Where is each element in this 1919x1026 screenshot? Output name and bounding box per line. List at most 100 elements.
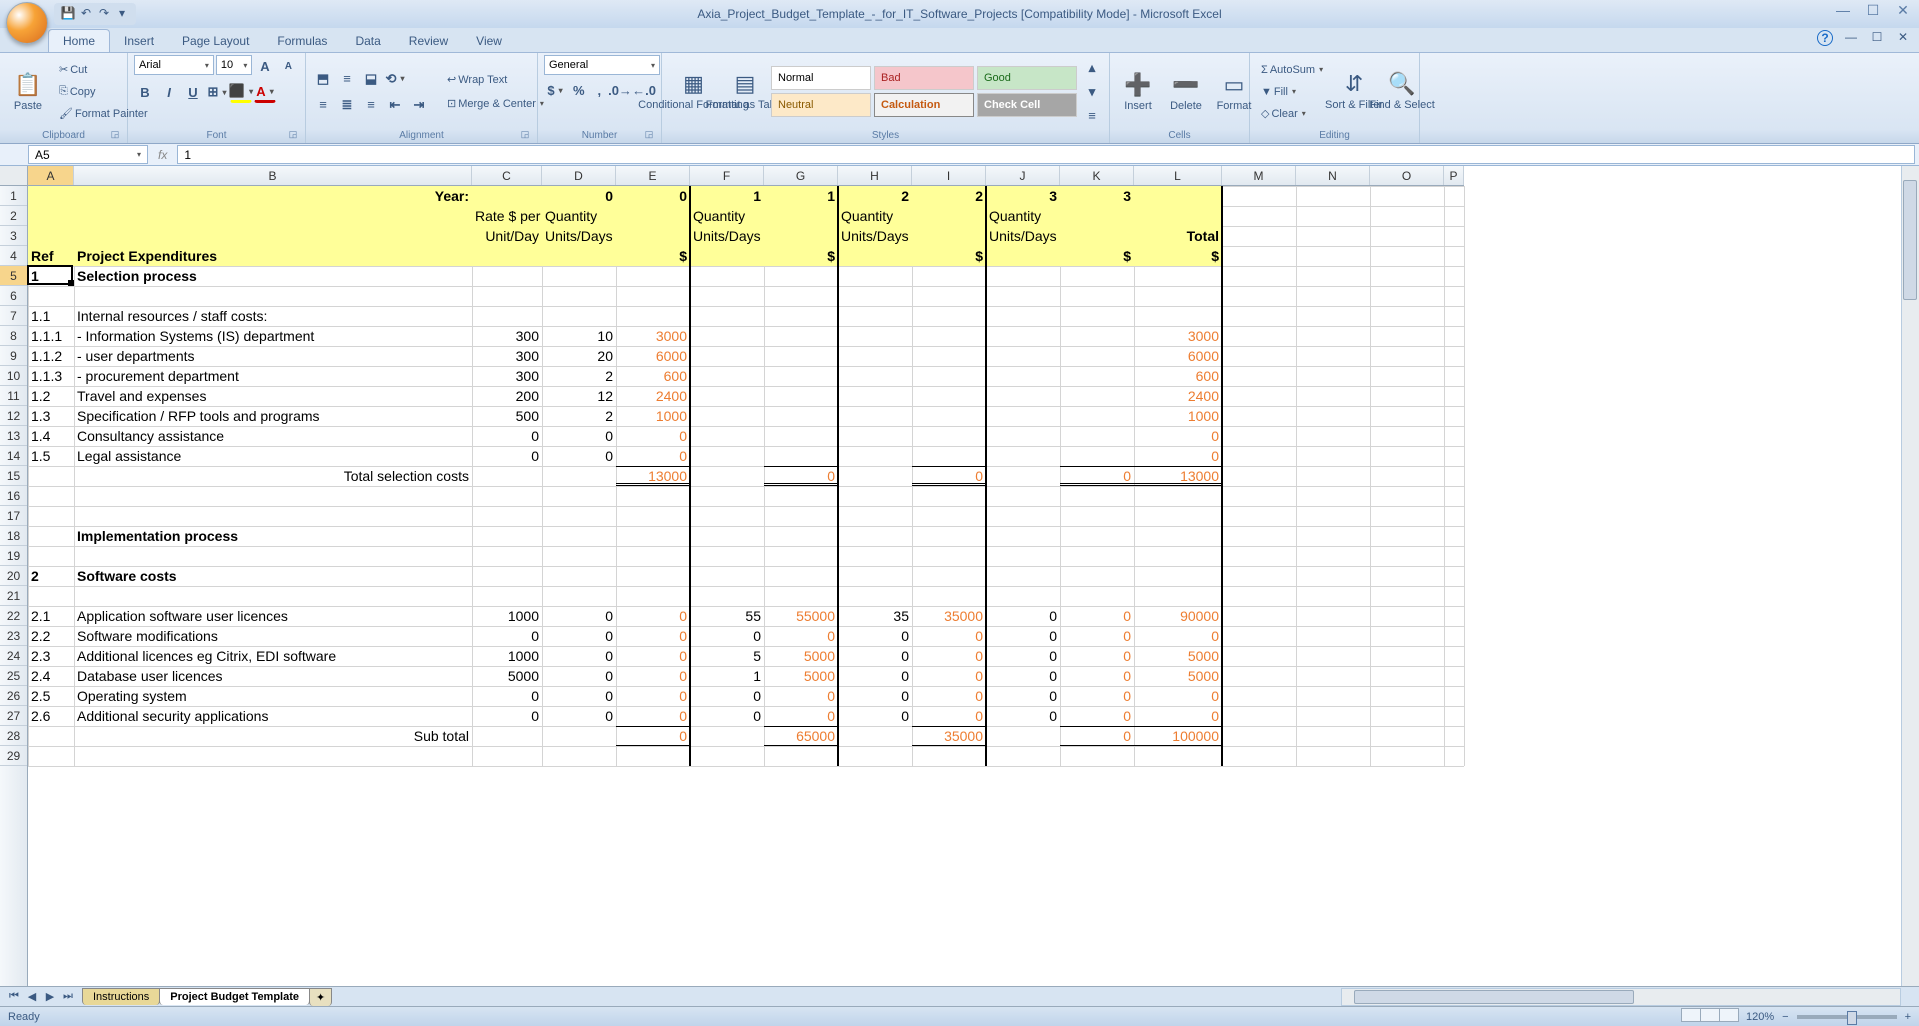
sheet-nav-prev-icon[interactable]: ◀	[24, 990, 40, 1003]
style-check-cell[interactable]: Check Cell	[977, 93, 1077, 117]
cell[interactable]: 0	[986, 646, 1060, 666]
hscroll-thumb[interactable]	[1354, 990, 1634, 1004]
cell[interactable]: Internal resources / staff costs:	[74, 306, 472, 326]
cell[interactable]: 0	[1134, 426, 1222, 446]
cell[interactable]: 5000	[764, 666, 838, 686]
cell[interactable]: 35000	[912, 606, 986, 626]
alignment-launcher-icon[interactable]: ◲	[519, 129, 531, 141]
vscroll-thumb[interactable]	[1903, 180, 1917, 300]
cell[interactable]: 0	[912, 666, 986, 686]
cell[interactable]: - user departments	[74, 346, 472, 366]
cell[interactable]: 5000	[1134, 646, 1222, 666]
cell[interactable]: 0	[616, 646, 690, 666]
sort-filter-button[interactable]: ⇵Sort & Filter	[1332, 59, 1376, 125]
cell[interactable]: 2.4	[28, 666, 74, 686]
tab-page-layout[interactable]: Page Layout	[168, 30, 263, 52]
cell[interactable]: 55000	[764, 606, 838, 626]
cell[interactable]: 1	[764, 186, 838, 206]
cell[interactable]: 0	[986, 686, 1060, 706]
cell[interactable]: 500	[472, 406, 542, 426]
maximize-icon[interactable]: ☐	[1861, 2, 1885, 20]
tab-data[interactable]: Data	[341, 30, 394, 52]
cell[interactable]: 0	[472, 706, 542, 726]
cell[interactable]: Quantity	[542, 206, 616, 226]
cell[interactable]: 2	[542, 406, 616, 426]
cell[interactable]: 20	[542, 346, 616, 366]
cell[interactable]: Additional licences eg Citrix, EDI softw…	[74, 646, 472, 666]
sheet-nav-last-icon[interactable]: ⏭	[60, 990, 76, 1003]
cell[interactable]: - procurement department	[74, 366, 472, 386]
cell[interactable]: 0	[912, 706, 986, 726]
cell[interactable]: 5000	[472, 666, 542, 686]
cell[interactable]: 1.1.2	[28, 346, 74, 366]
insert-cells-button[interactable]: ➕Insert	[1116, 59, 1160, 125]
cell[interactable]: 0	[542, 606, 616, 626]
cell[interactable]: 0	[838, 626, 912, 646]
cell[interactable]: 2.1	[28, 606, 74, 626]
cell[interactable]: Additional security applications	[74, 706, 472, 726]
cell[interactable]: 1.1.3	[28, 366, 74, 386]
styles-more-icon[interactable]: ≡	[1081, 105, 1103, 127]
cell[interactable]: 2	[542, 366, 616, 386]
styles-scroll-down-icon[interactable]: ▾	[1081, 81, 1103, 103]
cell[interactable]: 0	[838, 646, 912, 666]
cell[interactable]: 1000	[1134, 406, 1222, 426]
merge-center-button[interactable]: ⊡Merge & Center	[442, 94, 549, 114]
cell[interactable]: 0	[542, 646, 616, 666]
cell[interactable]: 3000	[616, 326, 690, 346]
cell[interactable]: Legal assistance	[74, 446, 472, 466]
cell[interactable]: 0	[472, 446, 542, 466]
cell[interactable]: 0	[986, 666, 1060, 686]
cell[interactable]: 0	[542, 626, 616, 646]
cell[interactable]: 0	[472, 426, 542, 446]
name-box[interactable]: A5	[28, 145, 148, 164]
cell[interactable]: Database user licences	[74, 666, 472, 686]
horizontal-scrollbar[interactable]	[1341, 988, 1901, 1006]
font-color-button[interactable]: A	[254, 81, 276, 103]
cell[interactable]: 2400	[616, 386, 690, 406]
shrink-font-button[interactable]: A	[278, 55, 299, 77]
conditional-formatting-button[interactable]: ▦Conditional Formatting	[668, 59, 719, 125]
font-launcher-icon[interactable]: ◲	[287, 129, 299, 141]
cell[interactable]: Unit/Day	[472, 226, 542, 246]
cell[interactable]: 0	[1060, 686, 1134, 706]
number-launcher-icon[interactable]: ◲	[643, 129, 655, 141]
style-good[interactable]: Good	[977, 66, 1077, 90]
cell[interactable]: $	[1134, 246, 1222, 266]
cell[interactable]: $	[912, 246, 986, 266]
cell[interactable]: 90000	[1134, 606, 1222, 626]
cell[interactable]: 300	[472, 346, 542, 366]
cell[interactable]: 0	[542, 446, 616, 466]
cell[interactable]: 1.1	[28, 306, 74, 326]
sheet-nav-next-icon[interactable]: ▶	[42, 990, 58, 1003]
delete-cells-button[interactable]: ➖Delete	[1164, 59, 1208, 125]
undo-icon[interactable]: ↶	[78, 6, 94, 22]
grow-font-button[interactable]: A	[254, 55, 275, 77]
cell[interactable]: $	[764, 246, 838, 266]
cell[interactable]: Software modifications	[74, 626, 472, 646]
cell[interactable]: $	[1060, 246, 1134, 266]
cell[interactable]: 1.5	[28, 446, 74, 466]
cell[interactable]: 1	[28, 266, 74, 286]
cell[interactable]: 55	[690, 606, 764, 626]
cell[interactable]: Quantity	[690, 206, 764, 226]
sheet-nav-first-icon[interactable]: ⏮	[6, 990, 22, 1003]
font-name-combo[interactable]: Arial	[134, 55, 214, 75]
cell[interactable]: Units/Days	[542, 226, 616, 246]
worksheet-grid[interactable]: ABCDEFGHIJKLMNOP 12345678910111213141516…	[0, 166, 1919, 986]
fx-icon[interactable]: fx	[158, 148, 167, 162]
cell[interactable]: 1.2	[28, 386, 74, 406]
cell[interactable]: 0	[1060, 706, 1134, 726]
cell[interactable]: $	[616, 246, 690, 266]
number-format-combo[interactable]: General	[544, 55, 660, 75]
increase-indent-button[interactable]: ⇥	[408, 94, 430, 116]
cell[interactable]: 35000	[912, 726, 986, 746]
new-sheet-button[interactable]: ✦	[309, 988, 332, 1006]
cell[interactable]: 0	[690, 686, 764, 706]
cell[interactable]: Operating system	[74, 686, 472, 706]
restore-window-icon[interactable]: ☐	[1869, 30, 1885, 46]
cell[interactable]: 35	[838, 606, 912, 626]
cell[interactable]: Travel and expenses	[74, 386, 472, 406]
percent-format-button[interactable]: %	[568, 79, 590, 101]
italic-button[interactable]: I	[158, 81, 180, 103]
